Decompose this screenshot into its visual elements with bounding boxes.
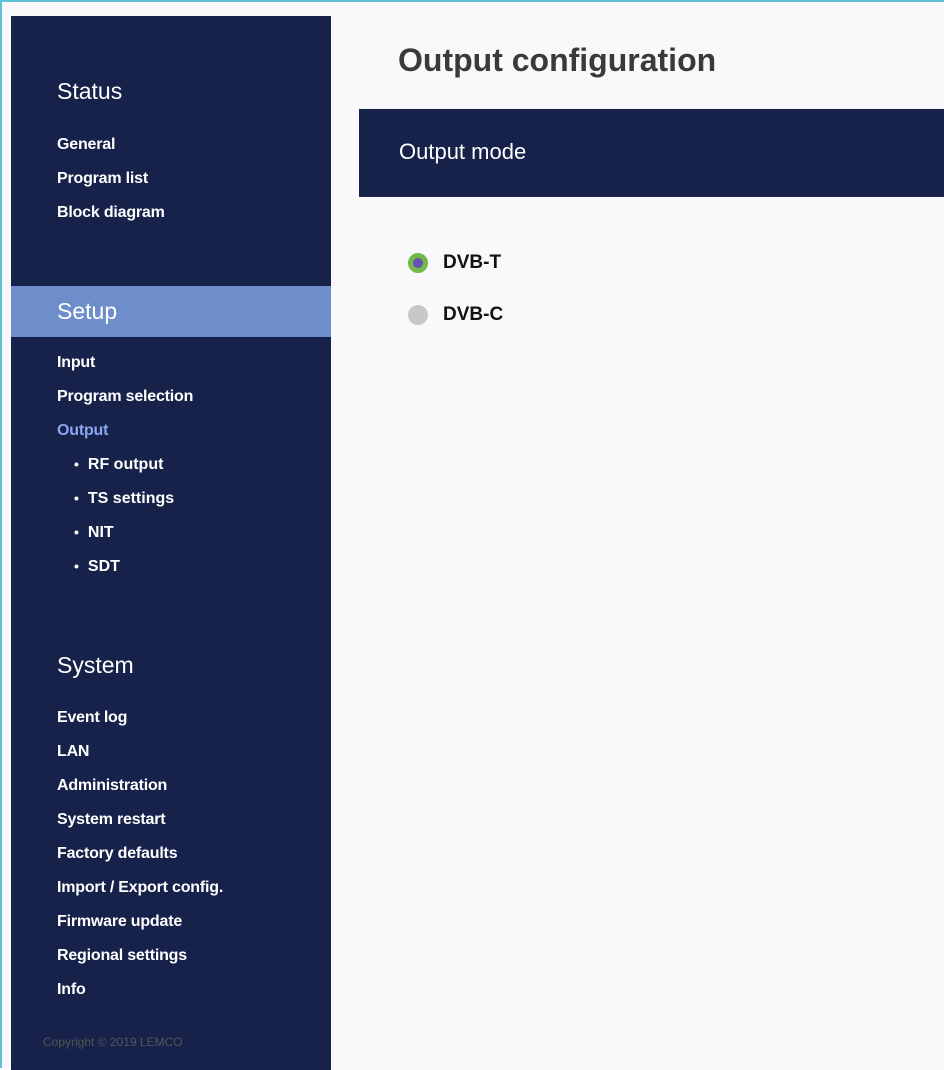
sidebar-item-import-export-config[interactable]: Import / Export config. [57,879,223,897]
sidebar-item-general[interactable]: General [57,136,115,154]
output-mode-header: Output mode [359,109,944,197]
sidebar-subitem-rf-output[interactable]: • RF output [74,456,163,474]
sidebar-item-input[interactable]: Input [57,354,95,372]
sidebar-item-regional-settings[interactable]: Regional settings [57,947,187,965]
sidebar-item-output[interactable]: Output [57,422,108,440]
radio-label-dvb-t: DVB-T [443,252,502,273]
sidebar-subitem-nit[interactable]: • NIT [74,524,114,542]
radio-option-dvb-t[interactable]: DVB-T [408,250,501,276]
page-title: Output configuration [398,42,717,78]
radio-label-dvb-c: DVB-C [443,304,504,325]
radio-button-unchecked[interactable] [408,305,428,325]
sidebar-subitem-label: SDT [87,558,120,575]
output-mode-label: Output mode [399,139,527,164]
sidebar-subitem-label: RF output [87,456,164,473]
radio-option-dvb-c[interactable]: DVB-C [408,302,503,328]
sidebar-item-administration[interactable]: Administration [57,777,167,795]
section-title-system: System [57,652,134,678]
sidebar-subitem-label: TS settings [87,490,175,507]
sidebar-item-event-log[interactable]: Event log [57,709,127,727]
sidebar-subitem-label: NIT [87,524,114,541]
sidebar-item-lan[interactable]: LAN [57,743,89,761]
sidebar-item-system-restart[interactable]: System restart [57,811,166,829]
sidebar-item-block-diagram[interactable]: Block diagram [57,204,165,222]
bullet-icon: • [74,524,79,540]
sidebar: Status General Program list Block diagra… [11,16,331,1070]
main-content: Output configuration Output mode DVB-T D… [331,16,944,1070]
sidebar-subitem-ts-settings[interactable]: • TS settings [74,490,174,508]
radio-button-checked[interactable] [408,253,428,273]
sidebar-item-factory-defaults[interactable]: Factory defaults [57,845,178,863]
sidebar-item-firmware-update[interactable]: Firmware update [57,913,182,931]
bullet-icon: • [74,456,79,472]
bullet-icon: • [74,490,79,506]
sidebar-subitem-sdt[interactable]: • SDT [74,558,120,576]
section-title-setup: Setup [11,286,331,337]
sidebar-item-program-list[interactable]: Program list [57,170,148,188]
bullet-icon: • [74,558,79,574]
section-title-status: Status [57,78,123,104]
app-frame: Status General Program list Block diagra… [0,0,944,1070]
copyright-text: Copyright © 2019 LEMCO [43,1035,183,1049]
sidebar-item-info[interactable]: Info [57,981,86,999]
sidebar-item-program-selection[interactable]: Program selection [57,388,193,406]
